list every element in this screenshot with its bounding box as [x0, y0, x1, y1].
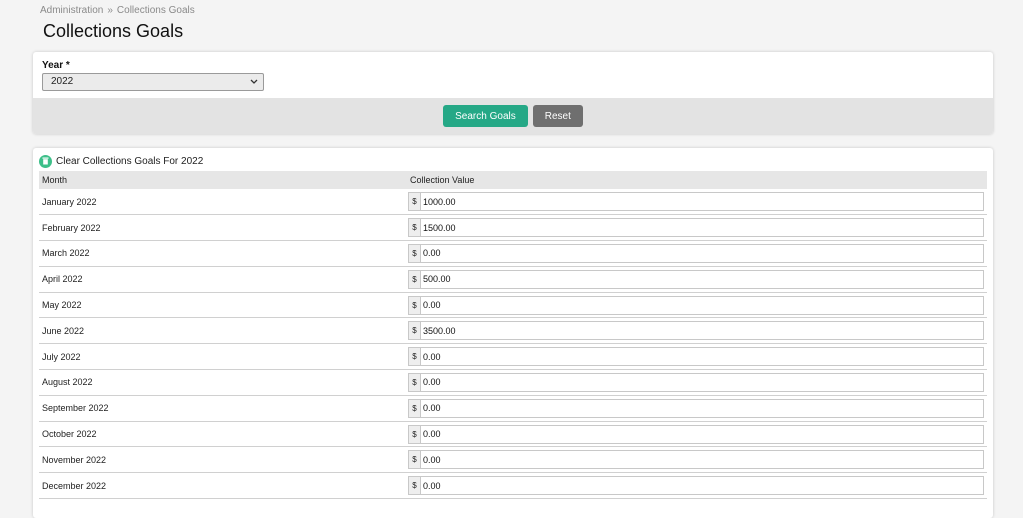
month-cell: May 2022 [39, 292, 407, 319]
month-cell: December 2022 [39, 472, 407, 500]
breadcrumb: Administration » Collections Goals [40, 5, 195, 16]
collection-value-input[interactable] [420, 295, 984, 315]
currency-input-group: $ [408, 450, 984, 470]
collection-value-input[interactable] [420, 476, 984, 496]
month-cell: March 2022 [39, 240, 407, 267]
table-row: February 2022 $ [39, 214, 987, 242]
currency-addon: $ [408, 269, 420, 289]
collection-value-input[interactable] [420, 269, 984, 289]
year-select-value: 2022 [51, 76, 74, 87]
goals-table-body: January 2022$February 2022$March 2022$Ap… [39, 189, 987, 500]
collection-value-input[interactable] [420, 372, 984, 392]
currency-input-group: $ [408, 372, 984, 392]
clear-goals-link[interactable]: Clear Collections Goals For 2022 [39, 154, 987, 168]
table-row: August 2022 $ [39, 369, 987, 396]
column-header-collection-value: Collection Value [407, 171, 987, 189]
currency-input-group: $ [408, 295, 984, 315]
table-row: December 2022 $ [39, 472, 987, 500]
collection-value-input[interactable] [420, 424, 984, 444]
currency-addon: $ [408, 424, 420, 444]
currency-input-group: $ [408, 424, 984, 444]
currency-addon: $ [408, 218, 420, 238]
collection-value-input[interactable] [420, 243, 984, 263]
month-cell: November 2022 [39, 446, 407, 474]
collection-value-cell: $ [407, 266, 987, 293]
table-row: November 2022 $ [39, 446, 987, 474]
month-cell: September 2022 [39, 395, 407, 422]
collection-value-input[interactable] [420, 450, 984, 470]
table-row: September 2022 $ [39, 395, 987, 422]
filter-panel: Year * 2022 Search Goals Reset [33, 52, 993, 134]
column-header-month: Month [39, 171, 407, 189]
year-label: Year * [42, 60, 70, 71]
currency-input-group: $ [408, 321, 984, 341]
table-row: July 2022 $ [39, 343, 987, 371]
search-goals-button[interactable]: Search Goals [443, 105, 528, 127]
collection-value-cell: $ [407, 189, 987, 216]
currency-addon: $ [408, 192, 420, 212]
collection-value-input[interactable] [420, 321, 984, 341]
goals-table: Month Collection Value January 2022$Febr… [39, 171, 987, 500]
collection-value-cell: $ [407, 317, 987, 345]
breadcrumb-collections-goals: Collections Goals [116, 5, 195, 16]
currency-input-group: $ [408, 218, 984, 238]
month-cell: July 2022 [39, 343, 407, 371]
month-cell: October 2022 [39, 421, 407, 448]
year-select[interactable]: 2022 [42, 73, 264, 91]
collection-value-cell: $ [407, 292, 987, 319]
currency-addon: $ [408, 347, 420, 367]
collection-value-cell: $ [407, 421, 987, 448]
collection-value-cell: $ [407, 446, 987, 474]
month-cell: June 2022 [39, 317, 407, 345]
currency-addon: $ [408, 398, 420, 418]
reset-button[interactable]: Reset [532, 105, 583, 127]
currency-input-group: $ [408, 269, 984, 289]
currency-input-group: $ [408, 476, 984, 496]
clear-goals-label: Clear Collections Goals For 2022 [56, 155, 204, 167]
collection-value-cell: $ [407, 343, 987, 371]
page-title: Collections Goals [43, 21, 184, 41]
currency-addon: $ [408, 450, 420, 470]
breadcrumb-administration[interactable]: Administration [40, 5, 103, 16]
currency-input-group: $ [408, 347, 984, 367]
collection-value-input[interactable] [420, 218, 984, 238]
month-cell: January 2022 [39, 189, 407, 216]
table-header-row: Month Collection Value [39, 171, 987, 189]
goals-panel: Clear Collections Goals For 2022 Month C… [33, 148, 993, 518]
collection-value-input[interactable] [420, 398, 984, 418]
table-row: June 2022 $ [39, 317, 987, 345]
currency-addon: $ [408, 295, 420, 315]
trash-icon [39, 154, 52, 168]
currency-input-group: $ [408, 192, 984, 212]
collection-value-input[interactable] [420, 347, 984, 367]
collection-value-cell: $ [407, 240, 987, 267]
currency-input-group: $ [408, 243, 984, 263]
collection-value-cell: $ [407, 395, 987, 422]
currency-addon: $ [408, 243, 420, 263]
currency-addon: $ [408, 321, 420, 341]
month-cell: August 2022 [39, 369, 407, 396]
collection-value-cell: $ [407, 369, 987, 396]
currency-addon: $ [408, 476, 420, 496]
table-row: April 2022 $ [39, 266, 987, 293]
chevron-down-icon [250, 74, 258, 95]
filter-body: Year * 2022 [33, 52, 993, 98]
table-row: October 2022 $ [39, 421, 987, 448]
collection-value-input[interactable] [420, 192, 984, 212]
filter-actions: Search Goals Reset [33, 98, 993, 134]
currency-addon: $ [408, 372, 420, 392]
collection-value-cell: $ [407, 472, 987, 500]
table-row: January 2022 $ [39, 189, 987, 216]
collection-value-cell: $ [407, 214, 987, 242]
currency-input-group: $ [408, 398, 984, 418]
table-row: May 2022 $ [39, 292, 987, 319]
month-cell: April 2022 [39, 266, 407, 293]
breadcrumb-separator: » [107, 5, 113, 16]
month-cell: February 2022 [39, 214, 407, 242]
table-row: March 2022 $ [39, 240, 987, 267]
